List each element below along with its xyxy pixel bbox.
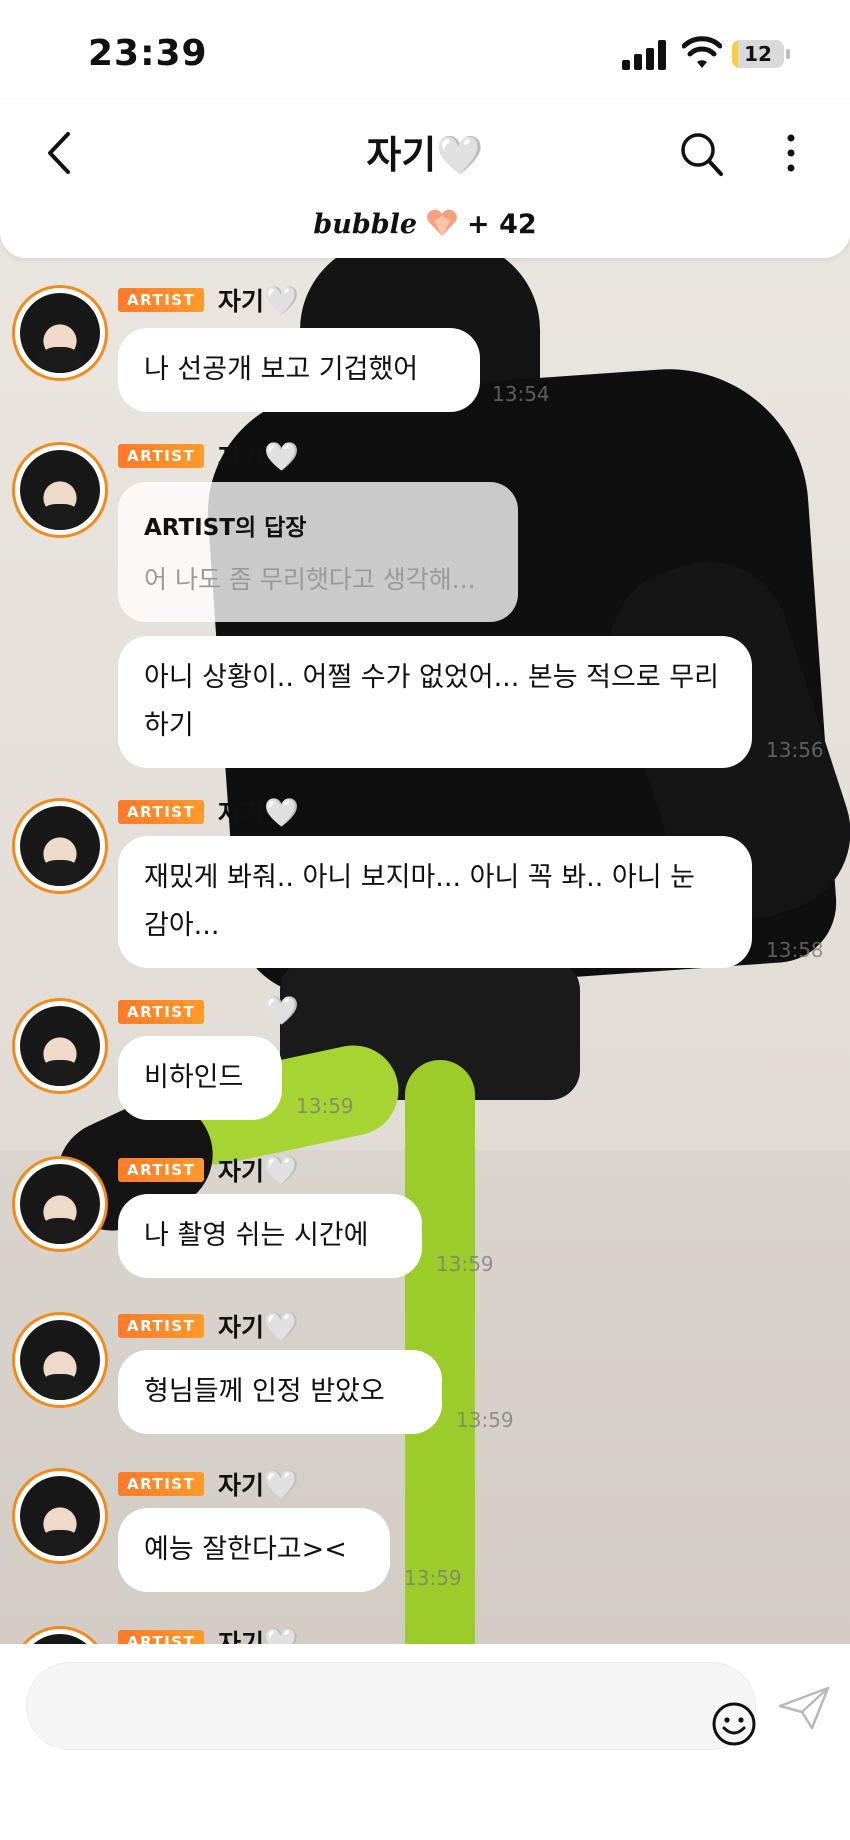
heart-icon: 🤍: [264, 440, 299, 473]
sender-name: 자기🤍: [218, 1468, 299, 1501]
chat-header: 자기🤍 bubble + 42: [0, 100, 850, 258]
artist-badge: ARTIST: [118, 444, 205, 468]
artist-badge: ARTIST: [118, 1472, 205, 1496]
heart-icon: 🤍: [264, 284, 299, 317]
status-time: 23:39: [88, 33, 208, 74]
heart-icon: 🤍: [264, 1468, 299, 1501]
bubble-count-row: bubble + 42: [0, 208, 850, 240]
signal-icon: [622, 40, 668, 70]
artist-badge: ARTIST: [118, 288, 205, 312]
heart-icon: 🤍: [264, 1310, 299, 1343]
search-icon[interactable]: [678, 128, 724, 178]
artist-badge: ARTIST: [118, 800, 205, 824]
sender-name: 자기🤍: [218, 796, 299, 829]
message-time: 13:56: [766, 738, 824, 762]
avatar[interactable]: [12, 442, 108, 538]
avatar[interactable]: [12, 998, 108, 1094]
heart-icon: 🤍: [264, 994, 299, 1027]
heart-icon: 🤍: [264, 1626, 299, 1644]
emoji-icon[interactable]: [711, 1701, 757, 1747]
reply-body: 어 나도 좀 무리햇다고 생각해...: [144, 565, 476, 594]
avatar[interactable]: [12, 1312, 108, 1408]
avatar[interactable]: [12, 798, 108, 894]
reply-title: ARTIST의 답장: [144, 515, 307, 541]
sender-name: 자기🤍: [218, 1154, 299, 1187]
bubble-logo: bubble: [313, 209, 418, 240]
input-bar: [0, 1644, 850, 1840]
message-time: 13:59: [436, 1252, 494, 1276]
message-bubble[interactable]: 나 촬영 쉬는 시간에: [118, 1194, 422, 1278]
avatar[interactable]: [12, 1626, 108, 1644]
artist-badge: ARTIST: [118, 1158, 205, 1182]
status-bar: 23:39 12: [0, 0, 850, 100]
avatar[interactable]: [12, 1156, 108, 1252]
message-bubble[interactable]: 재밌게 봐줘.. 아니 보지마... 아니 꼭 봐.. 아니 눈 감아...: [118, 836, 752, 968]
message-time: 13:59: [456, 1408, 514, 1432]
battery-indicator: 12: [732, 40, 790, 70]
avatar[interactable]: [12, 1468, 108, 1564]
message-time: 13:59: [296, 1094, 354, 1118]
message-input[interactable]: [26, 1662, 756, 1750]
sender-name: 🤍: [218, 994, 299, 1027]
message-list[interactable]: ARTIST 자기🤍 나 선공개 보고 기겁했어 13:54 ARTIST 자기…: [0, 258, 850, 1644]
gem-heart-icon: [427, 209, 457, 236]
sender-name: 자기🤍: [218, 440, 299, 473]
send-icon[interactable]: [776, 1684, 832, 1732]
heart-icon: 🤍: [264, 796, 299, 829]
message-bubble[interactable]: 형님들께 인정 받았오: [118, 1350, 442, 1434]
heart-icon: 🤍: [264, 1154, 299, 1187]
sender-name: 자기🤍: [218, 1310, 299, 1343]
battery-level: 12: [744, 42, 772, 66]
message-time: 13:54: [492, 382, 550, 406]
reply-quote[interactable]: ARTIST의 답장 어 나도 좀 무리햇다고 생각해...: [118, 482, 518, 622]
message-bubble[interactable]: 비하인드: [118, 1036, 282, 1120]
message-bubble[interactable]: 나 선공개 보고 기겁했어: [118, 328, 480, 412]
more-icon[interactable]: [776, 128, 806, 178]
artist-badge: ARTIST: [118, 1630, 205, 1644]
artist-badge: ARTIST: [118, 1000, 205, 1024]
wifi-icon: [682, 36, 722, 68]
artist-badge: ARTIST: [118, 1314, 205, 1338]
sender-name: 자기🤍: [218, 1624, 299, 1644]
bubble-count: + 42: [467, 209, 537, 240]
avatar[interactable]: [12, 285, 108, 381]
message-bubble[interactable]: 아니 상황이.. 어쩔 수가 없었어... 본능 적으로 무리하기: [118, 636, 752, 768]
message-time: 13:58: [766, 938, 824, 962]
message-time: 13:59: [404, 1566, 462, 1590]
message-bubble[interactable]: 예능 잘한다고><: [118, 1508, 390, 1592]
sender-name: 자기🤍: [218, 284, 299, 317]
